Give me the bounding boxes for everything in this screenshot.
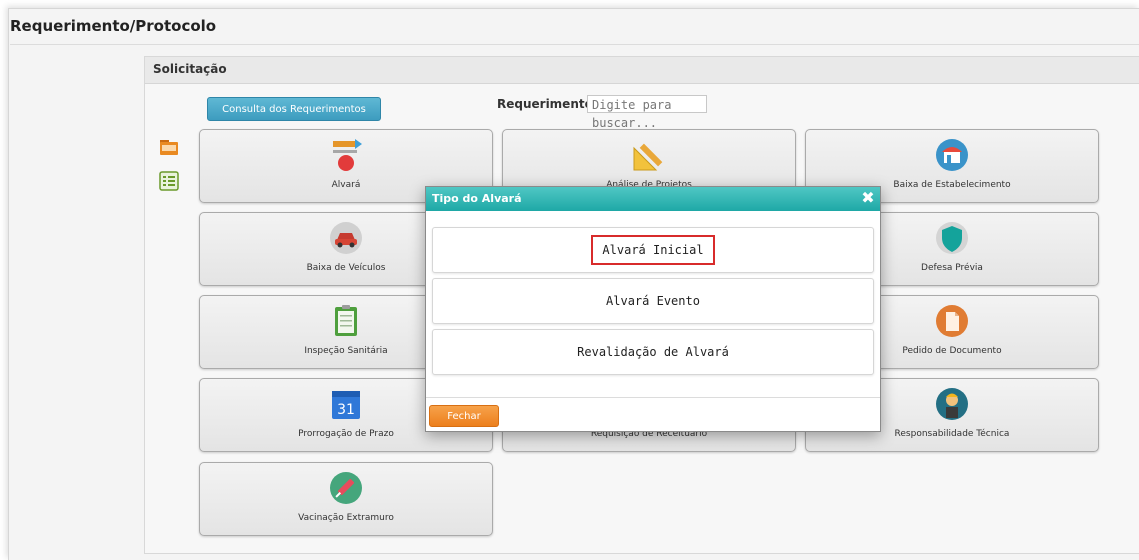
close-icon[interactable]: ✖ (861, 190, 875, 206)
calendar-day: 31 (337, 402, 355, 418)
shield-icon (936, 222, 968, 254)
dialog-footer-divider (426, 397, 880, 398)
panel-header (145, 57, 1139, 84)
storefront-icon (936, 139, 968, 171)
checklist-icon[interactable] (159, 171, 179, 191)
technician-icon (936, 388, 968, 420)
page-title: Requerimento/Protocolo (10, 17, 217, 35)
search-label: Requerimento (497, 97, 593, 111)
option-label: Alvará Evento (606, 294, 700, 308)
fechar-button[interactable]: Fechar (429, 405, 499, 427)
panel-title: Solicitação (153, 62, 227, 76)
option-label: Revalidação de Alvará (577, 345, 729, 359)
consulta-requerimentos-button[interactable]: Consulta dos Requerimentos (207, 97, 381, 121)
stamp-icon (333, 139, 362, 171)
option-alvara-inicial[interactable]: Alvará Inicial (432, 227, 874, 273)
calendar-icon: 31 (332, 391, 360, 419)
tipo-alvara-dialog: Tipo do Alvará ✖ Alvará Inicial Alvará E… (425, 186, 881, 432)
dialog-title: Tipo do Alvará (432, 192, 522, 205)
tile-label: Vacinação Extramuro (298, 513, 394, 523)
option-alvara-evento[interactable]: Alvará Evento (432, 278, 874, 324)
car-icon (330, 222, 362, 254)
title-divider (10, 44, 1139, 45)
clipboard-icon (335, 305, 357, 336)
dialog-header: Tipo do Alvará ✖ (426, 187, 880, 211)
option-revalidacao-alvara[interactable]: Revalidação de Alvará (432, 329, 874, 375)
option-label: Alvará Inicial (591, 235, 715, 265)
document-icon (936, 305, 968, 337)
tile-vacinacao-extramuro[interactable]: Vacinação Extramuro (199, 462, 493, 536)
syringe-icon (330, 472, 362, 504)
folder-icon[interactable] (159, 137, 179, 157)
search-input[interactable]: Digite para buscar... (587, 95, 707, 130)
ruler-pencil-icon (633, 143, 663, 171)
